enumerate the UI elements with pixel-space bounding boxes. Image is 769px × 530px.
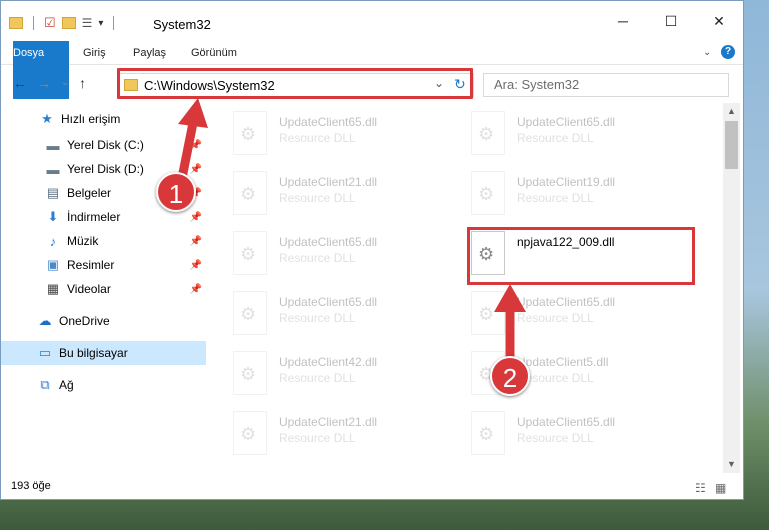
arrow-1 <box>177 98 208 179</box>
step-2-badge: 2 <box>490 356 530 396</box>
step-1-badge: 1 <box>156 172 196 212</box>
arrow-2 <box>494 284 526 360</box>
annotation-arrows <box>177 98 526 360</box>
